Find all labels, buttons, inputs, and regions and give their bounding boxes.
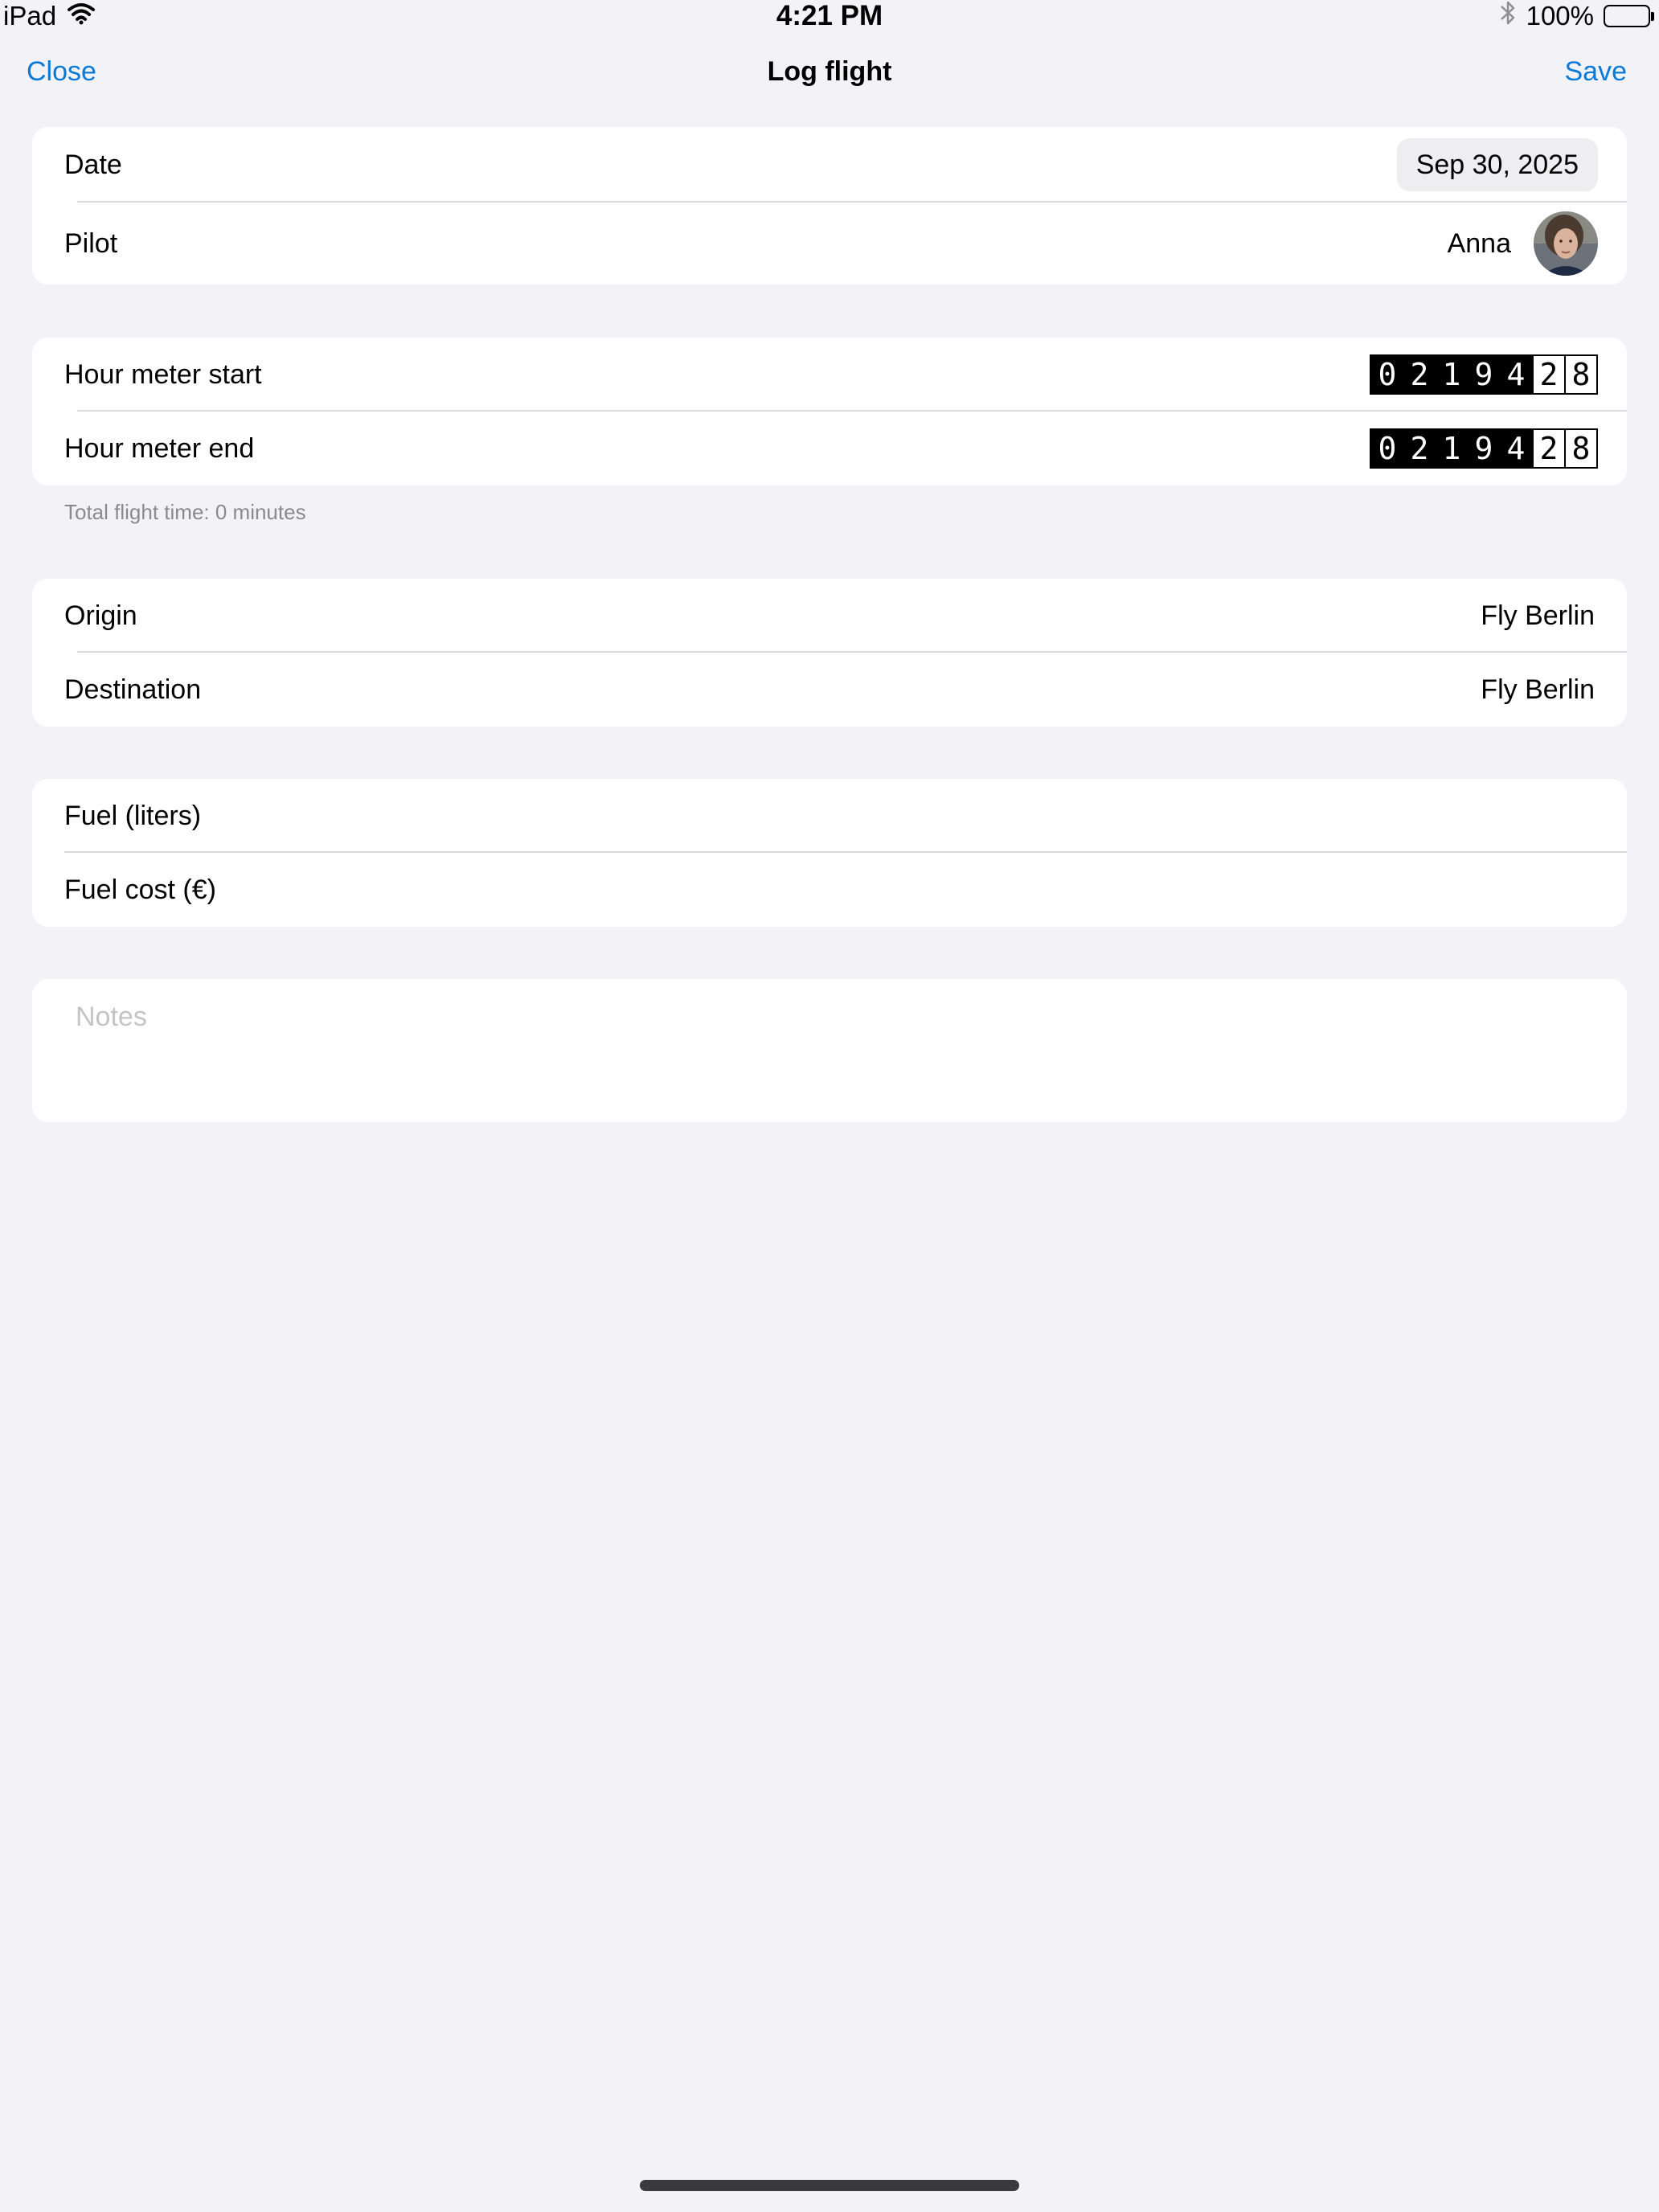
save-button[interactable]: Save	[1565, 56, 1628, 88]
pilot-label: Pilot	[64, 227, 118, 259]
odometer-digit: 4	[1500, 430, 1532, 467]
destination-row[interactable]: Destination Fly Berlin	[32, 653, 1627, 727]
home-indicator[interactable]	[640, 2180, 1019, 2191]
notes-field[interactable]: Notes	[32, 979, 1627, 1122]
hour-meter-end-odometer[interactable]: 0219428	[1370, 428, 1598, 469]
fuel-liters-row[interactable]: Fuel (liters)	[32, 779, 1627, 853]
hour-meter-end-label: Hour meter end	[64, 432, 255, 464]
odometer-digit: 2	[1532, 356, 1564, 393]
date-row: Date Sep 30, 2025	[32, 127, 1627, 203]
date-picker[interactable]: Sep 30, 2025	[1396, 138, 1598, 191]
odometer-digit: 0	[1371, 430, 1403, 467]
fuel-liters-label: Fuel (liters)	[64, 800, 202, 831]
odometer-digit: 1	[1436, 430, 1468, 467]
navigation-bar: Close Log flight Save	[0, 48, 1659, 100]
hour-meter-section: Hour meter start 0219428 Hour meter end …	[32, 338, 1627, 485]
origin-value: Fly Berlin	[1481, 600, 1595, 631]
fuel-section: Fuel (liters) Fuel cost (€)	[32, 779, 1627, 927]
date-pilot-section: Date Sep 30, 2025 Pilot Anna	[32, 127, 1627, 285]
pilot-row[interactable]: Pilot Anna	[32, 203, 1627, 285]
date-label: Date	[64, 149, 122, 180]
battery-icon	[1604, 5, 1654, 27]
status-time: 4:21 PM	[776, 0, 883, 31]
fuel-cost-row[interactable]: Fuel cost (€)	[32, 853, 1627, 927]
hour-meter-start-odometer[interactable]: 0219428	[1370, 354, 1598, 395]
log-flight-screen: iPad 4:21 PM 100% Close Log flight Save …	[0, 0, 1659, 2212]
route-section: Origin Fly Berlin Destination Fly Berlin	[32, 579, 1627, 727]
odometer-digit: 8	[1564, 356, 1596, 393]
destination-value: Fly Berlin	[1481, 674, 1595, 705]
total-flight-time: Total flight time: 0 minutes	[64, 500, 306, 524]
notes-placeholder: Notes	[76, 1002, 147, 1032]
odometer-digit: 2	[1403, 356, 1436, 393]
page-title: Log flight	[767, 56, 892, 87]
odometer-digit: 9	[1468, 356, 1500, 393]
origin-row[interactable]: Origin Fly Berlin	[32, 579, 1627, 653]
status-right: 100%	[1499, 0, 1654, 32]
odometer-digit: 1	[1436, 356, 1468, 393]
hour-meter-start-row: Hour meter start 0219428	[32, 338, 1627, 412]
odometer-digit: 4	[1500, 356, 1532, 393]
odometer-digit: 2	[1532, 430, 1564, 467]
hour-meter-start-label: Hour meter start	[64, 358, 262, 390]
status-bar: iPad 4:21 PM 100%	[0, 0, 1659, 35]
origin-label: Origin	[64, 600, 137, 631]
odometer-digit: 8	[1564, 430, 1596, 467]
hour-meter-end-row: Hour meter end 0219428	[32, 412, 1627, 485]
odometer-digit: 9	[1468, 430, 1500, 467]
pilot-avatar[interactable]	[1534, 211, 1598, 276]
odometer-digit: 0	[1371, 356, 1403, 393]
destination-label: Destination	[64, 674, 202, 705]
battery-percent: 100%	[1526, 1, 1594, 31]
bluetooth-icon	[1499, 0, 1517, 34]
fuel-cost-label: Fuel cost (€)	[64, 874, 216, 905]
pilot-name: Anna	[1447, 227, 1511, 259]
odometer-digit: 2	[1403, 430, 1436, 467]
